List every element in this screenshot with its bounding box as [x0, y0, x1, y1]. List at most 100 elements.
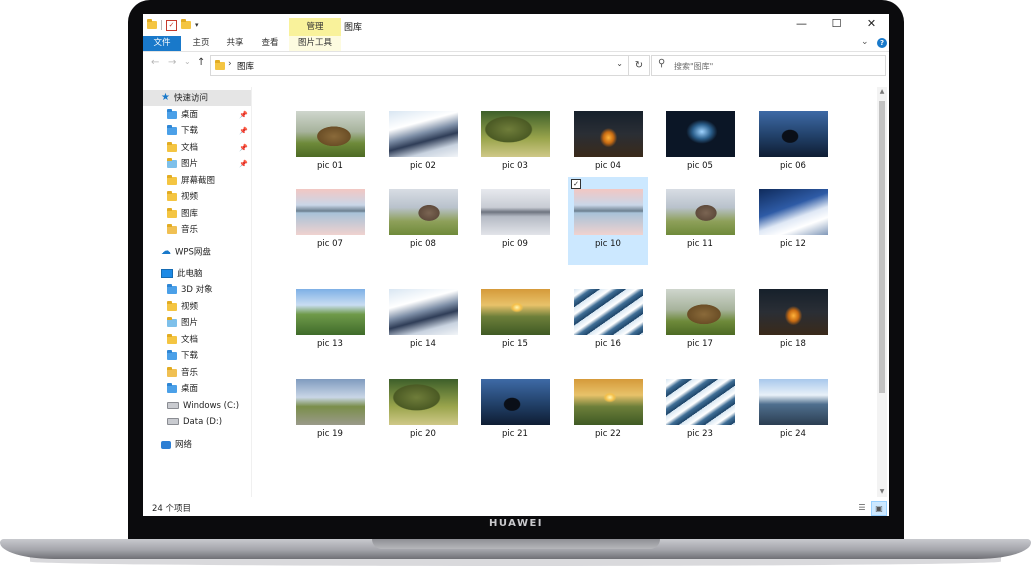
sidebar-item-pc-music[interactable]: 音乐	[167, 365, 198, 381]
tab-picture-tools[interactable]: 图片工具	[289, 36, 341, 51]
window-title: 图库	[344, 23, 363, 33]
file-item[interactable]: pic 17	[660, 277, 740, 365]
search-input[interactable]	[672, 58, 876, 74]
folder-icon[interactable]	[147, 19, 157, 29]
file-item[interactable]: pic 07	[290, 177, 370, 265]
file-name: pic 05	[687, 161, 713, 171]
maximize-button[interactable]: ☐	[819, 14, 854, 36]
file-item[interactable]: pic 23	[660, 367, 740, 455]
file-item[interactable]: pic 11	[660, 177, 740, 265]
chevron-down-icon[interactable]: ⌄	[861, 37, 869, 47]
sidebar-item-quick-access[interactable]: ★ 快速访问	[143, 90, 251, 106]
sidebar-item-label: 图片	[181, 159, 199, 169]
close-button[interactable]: ✕	[854, 14, 889, 36]
image-thumbnail	[481, 189, 550, 235]
sidebar-item-network[interactable]: 网络	[161, 437, 192, 453]
sidebar-item-drive-c[interactable]: Windows (C:)	[167, 398, 239, 414]
sidebar-item-pictures[interactable]: 图片	[167, 156, 198, 172]
image-thumbnail	[389, 111, 458, 157]
file-item[interactable]: pic 14	[383, 277, 463, 365]
file-explorer-window: ✓ ▾ 管理 图库 — ☐ ✕ 文件 主页 共享 查看 图片工具 ⌄ ? ← →…	[143, 14, 889, 516]
back-icon[interactable]: ←	[151, 57, 159, 68]
new-folder-icon[interactable]	[181, 19, 191, 29]
breadcrumb-separator-icon[interactable]: ›	[228, 59, 232, 69]
properties-icon[interactable]: ✓	[166, 19, 177, 31]
file-name: pic 21	[502, 429, 528, 439]
sidebar-item-this-pc[interactable]: 此电脑	[161, 266, 203, 282]
scroll-up-icon[interactable]: ▲	[877, 87, 887, 97]
file-item[interactable]: pic 13	[290, 277, 370, 365]
file-item[interactable]: pic 15	[475, 277, 555, 365]
tab-file[interactable]: 文件	[143, 36, 181, 51]
scroll-down-icon[interactable]: ▼	[877, 487, 887, 497]
minimize-button[interactable]: —	[784, 14, 819, 36]
file-item[interactable]: pic 01	[290, 99, 370, 187]
folder-icon	[167, 207, 177, 218]
tab-view[interactable]: 查看	[253, 36, 287, 51]
sidebar-item-pc-documents[interactable]: 文档	[167, 332, 198, 348]
file-item[interactable]: pic 24	[753, 367, 833, 455]
file-item[interactable]: pic 16	[568, 277, 648, 365]
file-item[interactable]: pic 04	[568, 99, 648, 187]
scrollbar-thumb[interactable]	[879, 101, 885, 393]
file-item[interactable]: pic 06	[753, 99, 833, 187]
sidebar-item-label: 3D 对象	[181, 285, 213, 295]
file-item[interactable]: pic 03	[475, 99, 555, 187]
search-box[interactable]: ⚲	[651, 55, 886, 76]
sidebar-item-drive-d[interactable]: Data (D:)	[167, 414, 222, 430]
tab-share[interactable]: 共享	[219, 36, 251, 51]
file-item[interactable]: pic 19	[290, 367, 370, 455]
folder-icon	[215, 60, 225, 70]
image-thumbnail	[389, 379, 458, 425]
sidebar-item-label: 桌面	[181, 384, 199, 394]
selection-checkbox[interactable]: ✓	[571, 179, 581, 189]
image-thumbnail	[574, 289, 643, 335]
sidebar-item-gallery[interactable]: 图库	[167, 206, 198, 222]
breadcrumb[interactable]: 图库	[237, 60, 254, 72]
download-folder-icon	[167, 349, 177, 360]
file-item[interactable]: pic 21	[475, 367, 555, 455]
context-tab-header: 管理	[289, 18, 341, 36]
chevron-down-icon[interactable]: ⌄	[616, 59, 623, 68]
details-view-icon[interactable]: ☰	[855, 501, 869, 514]
sidebar-item-pc-downloads[interactable]: 下载	[167, 348, 198, 364]
file-item[interactable]: pic 22	[568, 367, 648, 455]
address-bar[interactable]: › 图库 ⌄ ↻	[210, 55, 650, 76]
customize-toolbar-icon[interactable]: ▾	[195, 21, 199, 29]
refresh-button[interactable]: ↻	[628, 56, 649, 75]
music-folder-icon	[167, 223, 177, 234]
sidebar-item-downloads[interactable]: 下载	[167, 123, 198, 139]
sidebar-item-3d-objects[interactable]: 3D 对象	[167, 282, 213, 298]
sidebar-item-label: WPS网盘	[175, 247, 211, 258]
sidebar-item-desktop[interactable]: 桌面	[167, 107, 198, 123]
file-name: pic 24	[780, 429, 806, 439]
forward-icon[interactable]: →	[168, 57, 176, 68]
file-item[interactable]: pic 09	[475, 177, 555, 265]
tab-home[interactable]: 主页	[183, 36, 219, 51]
sidebar-item-pc-pictures[interactable]: 图片	[167, 315, 198, 331]
sidebar-item-videos[interactable]: 视频	[167, 189, 198, 205]
file-item[interactable]: pic 08	[383, 177, 463, 265]
help-icon[interactable]: ?	[877, 38, 887, 48]
sidebar-item-label: 快速访问	[173, 93, 208, 104]
documents-folder-icon	[167, 333, 177, 344]
up-icon[interactable]: ↑	[197, 57, 205, 68]
sidebar-item-documents[interactable]: 文档	[167, 140, 198, 156]
file-item[interactable]: ✓ pic 10	[568, 177, 648, 265]
sidebar-item-label: 文档	[181, 143, 199, 153]
laptop-hinge-notch	[372, 539, 660, 549]
file-item[interactable]: pic 12	[753, 177, 833, 265]
image-thumbnail	[481, 289, 550, 335]
recent-locations-icon[interactable]: ⌄	[184, 57, 191, 66]
file-item[interactable]: pic 02	[383, 99, 463, 187]
large-icons-view-icon[interactable]: ▣	[871, 501, 887, 516]
sidebar-item-pc-desktop[interactable]: 桌面	[167, 381, 198, 397]
sidebar-item-pc-videos[interactable]: 视频	[167, 299, 198, 315]
file-item[interactable]: pic 20	[383, 367, 463, 455]
file-item[interactable]: pic 18	[753, 277, 833, 365]
file-item[interactable]: pic 05	[660, 99, 740, 187]
sidebar-item-music[interactable]: 音乐	[167, 222, 198, 238]
vertical-scrollbar[interactable]: ▲ ▼	[877, 87, 887, 497]
sidebar-item-screenshots[interactable]: 屏幕截图	[167, 173, 215, 189]
sidebar-item-wps-drive[interactable]: ☁ WPS网盘	[161, 244, 211, 260]
